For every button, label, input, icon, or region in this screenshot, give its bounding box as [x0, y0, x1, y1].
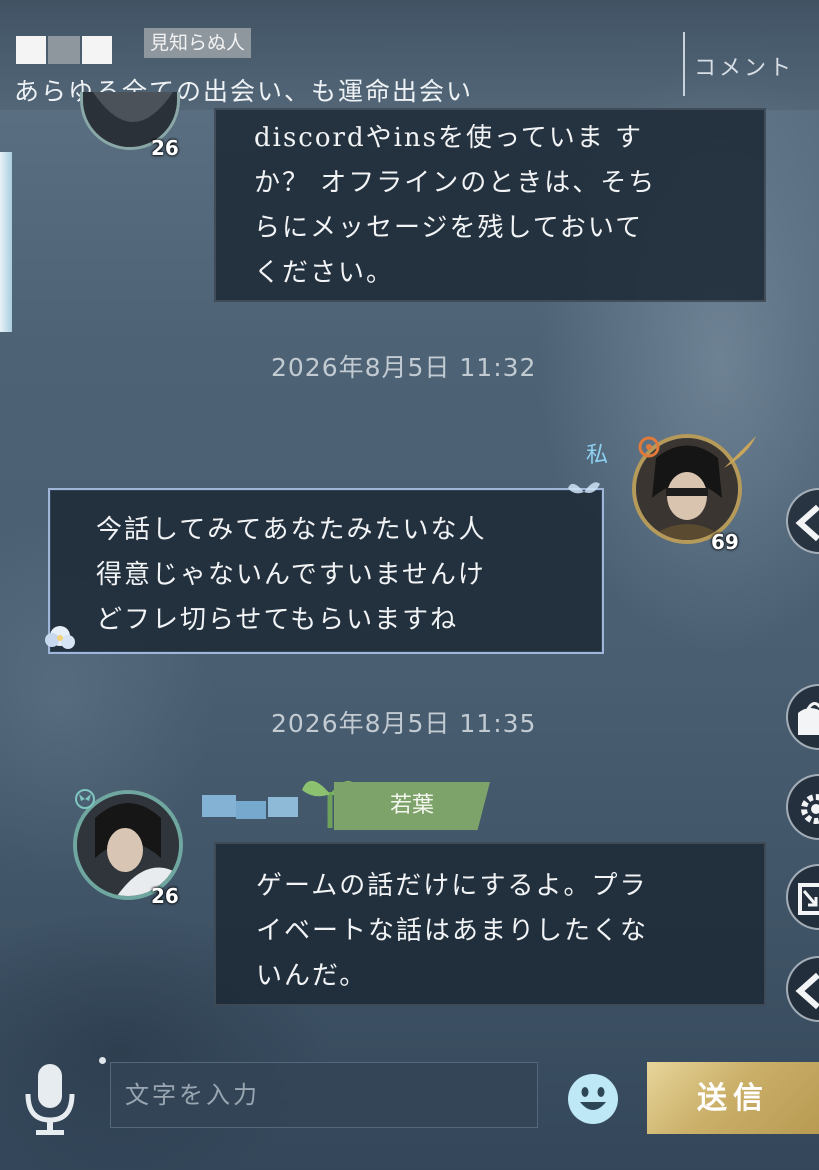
my-level-badge: 69 [711, 530, 739, 554]
partner-level-badge: 26 [151, 136, 179, 160]
redacted-sender-name [202, 795, 302, 819]
message-input[interactable] [111, 1063, 537, 1127]
message-line: 得意じゃないんですいませんけ [96, 560, 486, 590]
chevron-left-icon [795, 504, 819, 542]
relationship-tag: 見知らぬ人 [144, 28, 252, 58]
message-bubble-mine[interactable]: 今話してみてあなたみたいな人 得意じゃないんですいませんけ どフレ切らせてもらい… [48, 488, 604, 654]
message-bubble-partner[interactable]: ゲームの話だけにするよ。プラ イベートな話はあまりしたくな いんだ。 [214, 842, 766, 1006]
message-line: ください。 [254, 258, 395, 288]
gear-icon [801, 794, 819, 824]
settings-button[interactable] [786, 774, 819, 840]
message-line: 今話してみてあなたみたいな人 [96, 515, 487, 545]
redacted-name-block [48, 36, 80, 64]
flower-decoration-icon [45, 626, 75, 649]
back-button[interactable] [786, 956, 819, 1022]
share-icon [798, 883, 819, 915]
message-line: か？ オフラインのときは、そち [254, 168, 657, 198]
bag-icon [798, 702, 819, 735]
collapse-panel-button[interactable] [786, 488, 819, 554]
message-timestamp: 2026年8月5日 11:32 [271, 353, 537, 382]
butterfly-icon [568, 482, 600, 494]
newcomer-badge: 若葉 [334, 782, 490, 830]
my-name-label: 私 [586, 443, 609, 468]
message-line: らにメッセージを残しておいて [254, 213, 644, 243]
share-button[interactable] [786, 864, 819, 930]
message-line: discordやinsを使っていま す [254, 123, 643, 153]
gold-leaf-ornament-icon [724, 436, 756, 468]
indicator-dot [99, 1057, 106, 1064]
butterfly-badge-icon [75, 789, 95, 809]
message-bubble-partner[interactable]: discordやinsを使っていま す か？ オフラインのときは、そち らにメッ… [214, 108, 766, 302]
bag-button[interactable] [786, 684, 819, 750]
redacted-name-block [82, 36, 112, 64]
header-divider [683, 32, 685, 96]
smiley-icon [568, 1074, 618, 1124]
partner-level-badge: 26 [151, 884, 179, 908]
message-line: イベートな話はあまりしたくな [256, 916, 649, 946]
microphone-icon [25, 1064, 75, 1135]
rank-emblem-icon [638, 436, 660, 458]
message-line: いんだ。 [256, 961, 368, 991]
chevron-left-icon [795, 972, 819, 1010]
left-panel-edge[interactable] [0, 152, 12, 332]
message-timestamp: 2026年8月5日 11:35 [271, 709, 537, 738]
redacted-name-block [16, 36, 46, 64]
emoji-button[interactable] [566, 1072, 620, 1130]
comment-button[interactable]: コメント [694, 50, 794, 82]
voice-input-button[interactable] [22, 1062, 78, 1142]
message-line: どフレ切らせてもらいますね [96, 605, 459, 635]
send-button[interactable]: 送信 [647, 1062, 819, 1134]
message-input-box[interactable] [110, 1062, 538, 1128]
message-line: ゲームの話だけにするよ。プラ [256, 871, 648, 901]
